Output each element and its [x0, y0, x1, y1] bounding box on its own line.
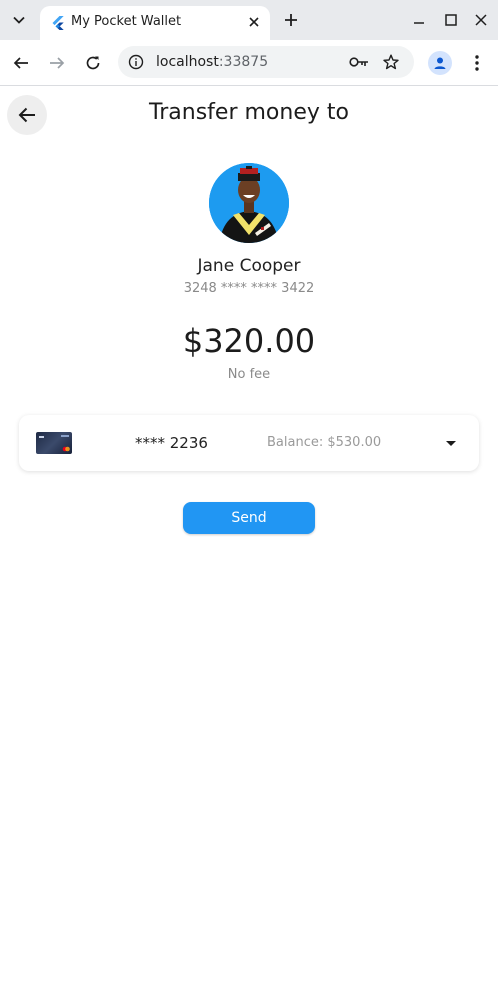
- browser-forward-button[interactable]: [44, 50, 70, 76]
- fee-label: No fee: [227, 367, 271, 382]
- transfer-amount: $320.00: [182, 322, 316, 360]
- more-vert-icon: [475, 55, 479, 71]
- arrow-drop-down-icon: [446, 440, 456, 446]
- minimize-button[interactable]: [407, 8, 431, 32]
- page-title: Transfer money to: [149, 100, 349, 125]
- reload-icon: [86, 56, 100, 70]
- url-host: localhost: [156, 54, 219, 70]
- card-thumbnail: [36, 432, 72, 454]
- bookmark-button[interactable]: [380, 52, 402, 72]
- browser-tabstrip: My Pocket Wallet: [0, 0, 498, 40]
- close-window-button[interactable]: [469, 8, 493, 32]
- source-card-number: **** 2236: [135, 434, 208, 452]
- profile-button[interactable]: [428, 51, 452, 75]
- site-info-button[interactable]: [126, 52, 146, 72]
- browser-toolbar: localhost:33875: [0, 40, 498, 86]
- close-window-icon: [475, 14, 487, 26]
- browser-back-button[interactable]: [8, 50, 34, 76]
- star-icon: [383, 54, 399, 70]
- minimize-icon: [414, 22, 424, 24]
- source-card-selector[interactable]: **** 2236 Balance: $530.00: [19, 415, 479, 471]
- profile-icon: [434, 57, 446, 69]
- url-port: :33875: [218, 54, 269, 70]
- back-arrow-icon: [13, 57, 28, 69]
- address-bar[interactable]: localhost:33875: [118, 46, 414, 78]
- recipient-card-number: 3248 **** **** 3422: [183, 281, 315, 296]
- recipient-avatar: [209, 163, 289, 243]
- plus-icon: [285, 14, 297, 26]
- reload-button[interactable]: [80, 50, 106, 76]
- info-icon: [128, 54, 144, 70]
- source-card-balance: Balance: $530.00: [267, 435, 382, 450]
- new-tab-button[interactable]: [279, 8, 303, 32]
- chevron-down-icon: [13, 16, 25, 24]
- forward-arrow-icon: [50, 57, 65, 69]
- browser-tab[interactable]: My Pocket Wallet: [40, 6, 270, 40]
- tab-title: My Pocket Wallet: [71, 14, 182, 29]
- tab-close-button[interactable]: [244, 12, 264, 32]
- tab-search-button[interactable]: [6, 8, 32, 32]
- close-icon: [249, 17, 259, 27]
- dropdown-button[interactable]: [443, 435, 459, 451]
- password-manager-button[interactable]: [348, 52, 370, 72]
- browser-menu-button[interactable]: [466, 50, 488, 76]
- recipient-photo: [209, 163, 289, 243]
- recipient-name: Jane Cooper: [197, 256, 301, 276]
- key-icon: [349, 57, 368, 67]
- url-text: localhost:33875: [156, 54, 268, 70]
- maximize-icon: [445, 14, 457, 26]
- send-button[interactable]: Send: [183, 502, 315, 534]
- maximize-button[interactable]: [439, 8, 463, 32]
- flutter-favicon-icon: [52, 16, 64, 30]
